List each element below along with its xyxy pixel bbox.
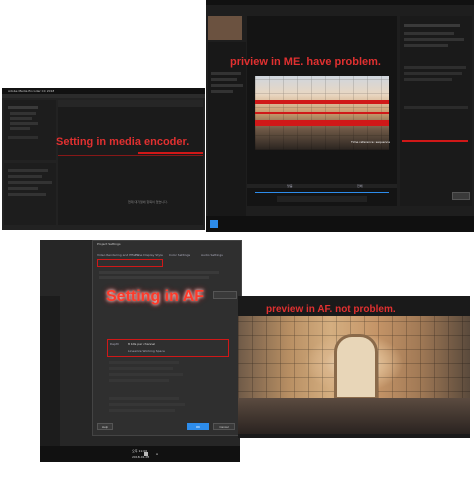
tab-time-display[interactable]: Time Display Style (135, 253, 163, 257)
tab-color-settings[interactable]: Color Settings (169, 253, 190, 257)
export-settings-panel[interactable] (400, 16, 472, 206)
tab-video-rendering[interactable]: Video Rendering and Effects (97, 253, 139, 257)
me-setting-highlight-2 (58, 155, 203, 156)
color-settings-box[interactable]: Depth 8 bits per channel Linearize Worki… (107, 339, 229, 357)
taskbar-top (206, 216, 474, 232)
me-queue-panel[interactable]: 현재 대기열에 항목이 없습니다. (58, 100, 203, 225)
quality-select[interactable]: 전체 (357, 184, 363, 188)
program-monitor[interactable]: Time reference: sequence 맞춤 전체 (247, 16, 397, 206)
premiere-window: Time reference: sequence 맞춤 전체 priview i… (206, 0, 474, 232)
monitor-timecode-bar: 맞춤 전체 (247, 184, 397, 188)
language-indicator[interactable]: A (156, 452, 158, 456)
gpu-info-button[interactable] (213, 291, 237, 299)
project-thumbnail[interactable] (208, 16, 242, 40)
ae-left-panel (40, 296, 60, 446)
cancel-button[interactable]: Cancel (213, 423, 235, 430)
ae-preview-image (238, 316, 470, 434)
me-window-title: Adobe Media Encoder CC 2018 (8, 89, 55, 93)
me-media-browser[interactable] (4, 100, 56, 160)
setting-af-callout: Setting in AF (106, 288, 205, 305)
clock-date[interactable]: 2018-01-05 (132, 455, 149, 459)
export-highlight (402, 140, 468, 142)
project-panel[interactable] (208, 42, 246, 220)
dialog-tabs: Video Rendering and Effects Time Display… (97, 253, 237, 257)
zoom-select[interactable]: 맞춤 (287, 184, 293, 188)
preview-af-callout: preview in AF. not problem. (266, 304, 396, 315)
playback-controls[interactable] (277, 196, 367, 202)
after-effects-window: Project Settings Video Rendering and Eff… (40, 240, 242, 462)
vr-preview-image: Time reference: sequence (255, 76, 391, 150)
media-encoder-window: Adobe Media Encoder CC 2018 현재 대기열에 항목이 … (2, 88, 205, 230)
me-menubar (2, 94, 205, 98)
premiere-titlebar (206, 0, 474, 5)
vr-label: Time reference: sequence (351, 140, 391, 144)
preview-me-callout: priview in ME. have problem. (230, 56, 381, 68)
tab-audio-settings[interactable]: Audio Settings (201, 253, 223, 257)
me-preset-browser[interactable] (4, 163, 56, 225)
export-button[interactable] (452, 192, 470, 200)
clock-time[interactable]: 오후 11:06 (132, 449, 147, 453)
me-setting-highlight (138, 152, 203, 154)
help-button[interactable]: Help (97, 423, 113, 430)
windows-start-icon[interactable] (210, 220, 218, 228)
ok-button[interactable]: OK (187, 423, 209, 430)
linearize-label[interactable]: Linearize Working Space (128, 349, 165, 353)
ae-taskbar: A 오후 11:06 2018-01-05 (40, 446, 240, 462)
me-queue-empty-text: 현재 대기열에 항목이 없습니다. (128, 200, 168, 204)
monitor-scrubber[interactable] (255, 192, 389, 193)
depth-value[interactable]: 8 bits per channel (128, 342, 155, 346)
project-settings-dialog: Project Settings Video Rendering and Eff… (92, 240, 242, 436)
setting-media-encoder-callout: Setting in media encoder. (56, 136, 190, 148)
renderer-box[interactable] (97, 259, 163, 267)
ae-preview-panel: preview in AF. not problem. (238, 296, 470, 438)
dialog-title: Project Settings (97, 242, 121, 246)
me-queue-toolbar (58, 100, 203, 107)
depth-label: Depth (110, 342, 120, 346)
